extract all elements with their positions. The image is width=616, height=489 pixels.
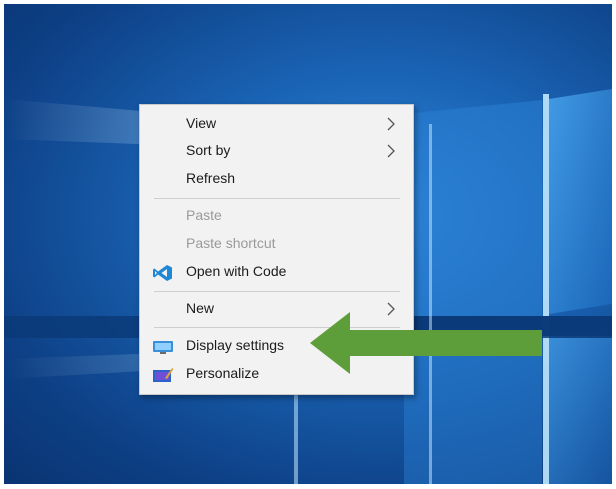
personalize-icon [153,368,174,382]
menu-item-label: Personalize [186,365,260,381]
menu-item-label: Paste [186,207,222,223]
menu-separator [154,291,400,292]
menu-item-paste: Paste [140,203,413,229]
vscode-icon [153,265,172,281]
menu-item-refresh[interactable]: Refresh [140,166,413,192]
menu-item-label: View [186,115,217,131]
chevron-right-icon [387,117,395,131]
menu-item-label: Paste shortcut [186,235,276,251]
annotation-arrow [310,312,542,374]
chevron-right-icon [387,144,395,158]
menu-item-label: Display settings [186,337,285,353]
menu-item-label: Refresh [186,170,236,186]
menu-item-open-with-code[interactable]: Open with Code [140,259,413,285]
menu-item-label: Sort by [186,142,231,158]
screenshot-frame: View Sort by Refresh Paste Paste shortcu… [0,0,616,489]
display-icon [153,341,173,354]
menu-item-view[interactable]: View [140,111,413,137]
menu-item-label: Open with Code [186,263,287,279]
menu-item-sort-by[interactable]: Sort by [140,138,413,164]
menu-separator [154,198,400,199]
menu-item-label: New [186,300,215,316]
menu-item-paste-shortcut: Paste shortcut [140,231,413,257]
